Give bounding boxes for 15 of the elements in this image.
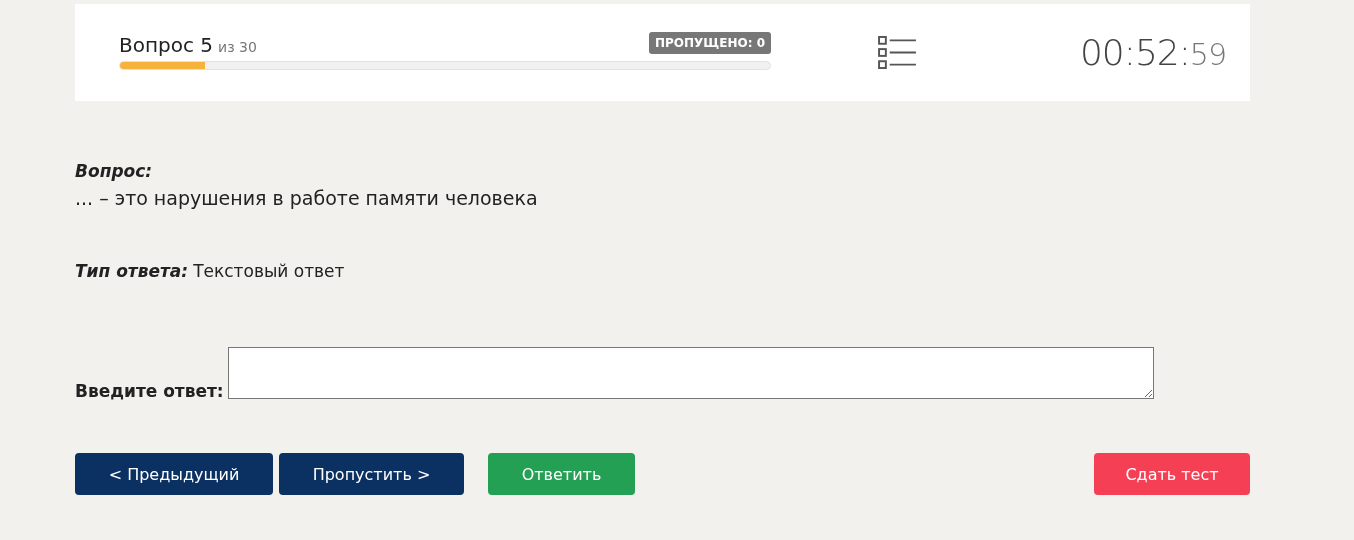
button[interactable]: < Предыдущий bbox=[75, 453, 273, 495]
question-label: Вопрос: bbox=[75, 161, 154, 181]
question-counter: Вопрос 5 bbox=[119, 32, 214, 57]
question-total: из 30 bbox=[218, 38, 257, 55]
button[interactable]: Пропустить > bbox=[279, 453, 464, 495]
answer-field[interactable] bbox=[227, 347, 1154, 399]
timer-text: 00:52: bbox=[1079, 32, 1190, 73]
answer-label: Введите ответ: bbox=[75, 381, 224, 401]
answer-type-label: Тип ответа: bbox=[75, 261, 189, 281]
timer-seconds: 59 bbox=[1189, 37, 1226, 72]
question-list-icon[interactable] bbox=[878, 36, 917, 69]
answer-type-value: Текстовый ответ bbox=[193, 261, 345, 281]
button[interactable]: Сдать тест bbox=[1094, 453, 1250, 495]
question-text: ... – это нарушения в работе памяти человека bbox=[75, 187, 539, 209]
skipped-badge: ПРОПУЩЕНО: 0 bbox=[649, 31, 771, 54]
